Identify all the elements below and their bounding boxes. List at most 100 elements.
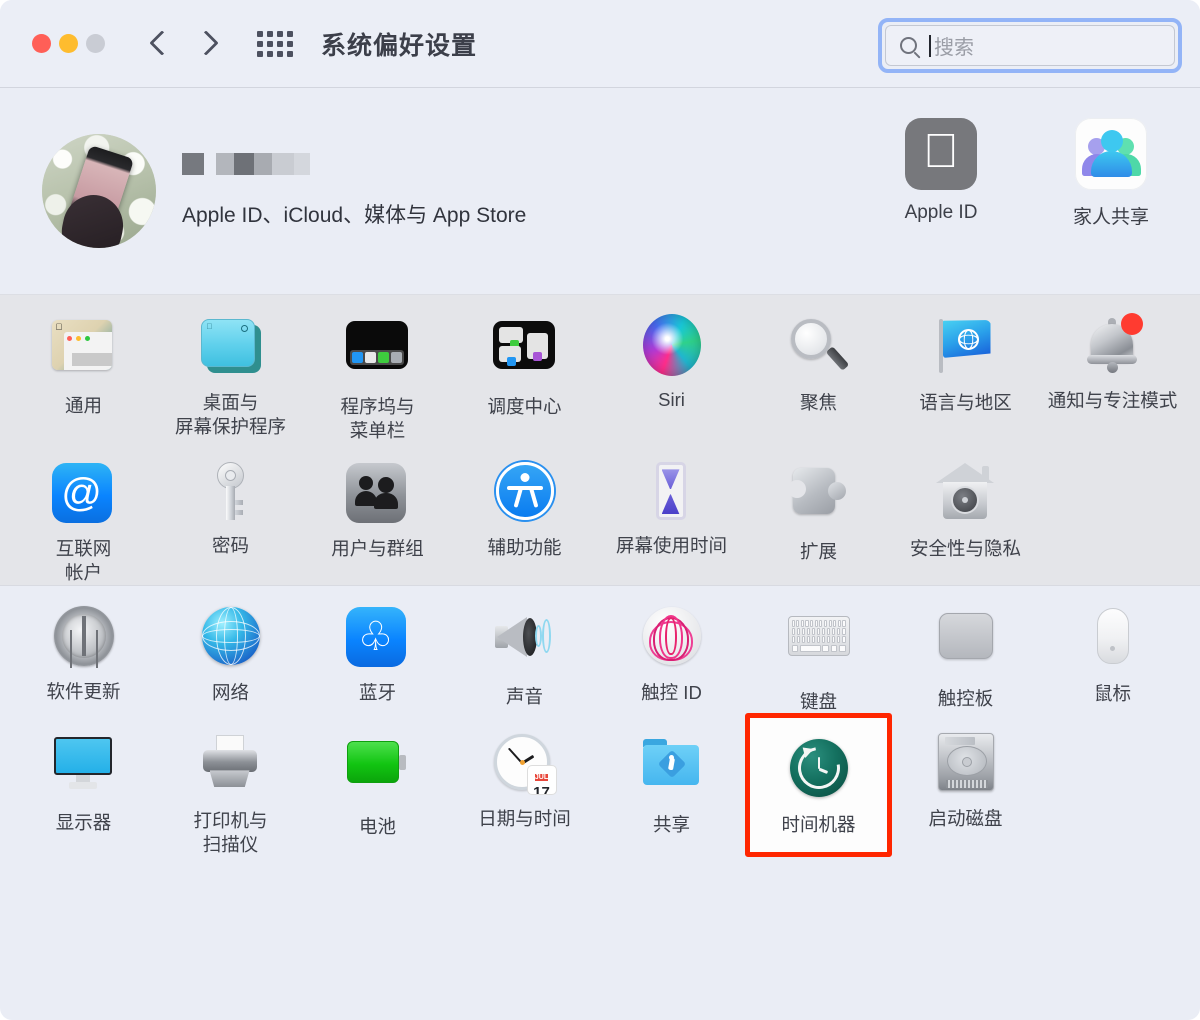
redaction-block [204,153,216,175]
printer-body [202,750,257,773]
grid-dot [287,50,293,57]
security-privacy-icon [934,463,998,527]
back-arrow-icon[interactable] [147,27,169,61]
pane-security-privacy[interactable]: 安全性与隐私 [892,442,1039,584]
sound-wave [534,624,542,647]
clock-center-pin [519,760,525,766]
pane-label: 键盘 [799,690,837,712]
pane-label: 密码 [211,535,249,557]
bluetooth-glyph: ♧ [357,614,394,659]
window-toolbar: 系统偏好设置 搜索 [0,0,1200,88]
disk-spindle [961,757,972,768]
passwords-key-icon [199,460,263,524]
traffic-lights [32,34,105,53]
preferences-section-personal:  通用  [0,294,1200,586]
flag-pole [938,319,943,373]
pane-spotlight[interactable]: 聚焦 [745,295,892,442]
pane-date-time[interactable]: JUL 17 日期与时间 [451,713,598,856]
pane-network[interactable]: 网络 [157,586,304,714]
desktop-screensaver-icon:  [199,317,263,381]
pane-language-region[interactable]: 语言与地区 [892,295,1039,442]
redaction-block [216,153,234,175]
minimize-button[interactable] [59,34,78,53]
screen-time-icon [640,460,704,524]
pane-users-groups[interactable]: 用户与群组 [304,442,451,584]
pane-row: @ 互联网 帐户 密码 用户与群组 辅助功能 屏幕使用时间 扩展 安全性与隐私 [0,442,1200,584]
grid-dot [277,50,283,57]
battery-shell [346,741,399,784]
account-text: Apple ID、iCloud、媒体与 App Store [182,153,526,229]
pane-desktop-screensaver[interactable]:  桌面与 屏幕保护程序 [157,295,304,442]
pane-dock-menubar[interactable]: 程序坞与 菜单栏 [304,295,451,442]
bell-clapper [1106,362,1118,373]
pane-label: 聚焦 [799,392,837,413]
startup-disk-icon [934,733,998,797]
pane-printers-scanners[interactable]: 打印机与 扫描仪 [157,713,304,856]
spotlight-handle [825,346,849,371]
pane-label: 网络 [211,681,249,703]
pane-passwords[interactable]: 密码 [157,442,304,584]
pane-displays[interactable]: 显示器 [10,713,157,856]
fingerprint-ridge [664,616,677,655]
pane-touch-id[interactable]: 触控 ID [598,586,745,714]
key-tooth [234,510,243,516]
pane-apple-id[interactable]:  Apple ID [882,118,1000,229]
grid-dot [277,40,283,47]
pane-notifications[interactable]: 通知与专注模式 [1039,295,1186,442]
keyboard-row [791,644,846,652]
pane-sound[interactable]: 声音 [451,586,598,714]
close-button[interactable] [32,34,51,53]
pane-accessibility[interactable]: 辅助功能 [451,442,598,584]
pane-siri[interactable]: Siri [598,295,745,442]
pane-extensions[interactable]: 扩展 [745,442,892,584]
pane-sharing[interactable]: 共享 [598,713,745,856]
navigation-controls [147,27,219,61]
search-icon [900,37,917,54]
pane-label: 显示器 [55,812,112,834]
pane-bluetooth[interactable]: ♧ 蓝牙 [304,586,451,714]
pane-internet-accounts[interactable]: @ 互联网 帐户 [10,442,157,584]
pane-family-sharing[interactable]: 家人共享 [1052,118,1170,229]
pane-keyboard[interactable]: 键盘 [745,586,892,714]
calendar-month: JUL [534,774,549,782]
search-icon [240,325,248,332]
accessibility-leg [528,487,538,509]
general-icon:  [51,320,116,384]
globe-parallel [201,628,260,643]
pane-label: 语言与地区 [919,392,1012,413]
avatar[interactable] [42,134,156,248]
redaction-block [182,153,204,175]
pane-mission-control[interactable]: 调度中心 [451,295,598,442]
pane-trackpad[interactable]: 触控板 [892,586,1039,714]
mouse-icon [1081,607,1145,672]
pane-startup-disk[interactable]: 启动磁盘 [892,713,1039,856]
pane-label: 时间机器 [781,814,856,836]
time-machine-icon [787,739,851,803]
pane-battery[interactable]: 电池 [304,713,451,856]
pane-label: 触控 ID [641,681,702,703]
pane-label: 软件更新 [46,680,121,702]
key-hole [224,470,236,482]
pane-software-update[interactable]: 软件更新 [10,586,157,714]
redaction-block [294,153,310,175]
grid-dot [257,30,263,37]
printer-paper [215,735,244,752]
apple-id-account-row[interactable]: Apple ID、iCloud、媒体与 App Store  Apple ID [0,88,1200,294]
forward-arrow-icon[interactable] [197,27,219,61]
keyboard-row [791,628,846,635]
pane-time-machine[interactable]: 时间机器 [745,713,892,857]
pane-screen-time[interactable]: 屏幕使用时间 [598,442,745,584]
apple-glyph:  [923,128,959,176]
search-input[interactable]: 搜索 [885,25,1175,66]
pane-mouse[interactable]: 鼠标 [1039,586,1186,714]
grid-dot [267,50,273,57]
show-all-grid-icon[interactable] [257,30,293,57]
pane-general[interactable]:  通用 [10,295,157,442]
bluetooth-icon: ♧ [345,606,410,671]
touch-id-icon [640,606,704,671]
globe-icon [957,329,979,350]
printer-output-tray [209,770,250,788]
accessibility-head [520,473,529,483]
calendar-badge: JUL 17 [527,766,556,795]
zoom-button[interactable] [86,34,105,53]
